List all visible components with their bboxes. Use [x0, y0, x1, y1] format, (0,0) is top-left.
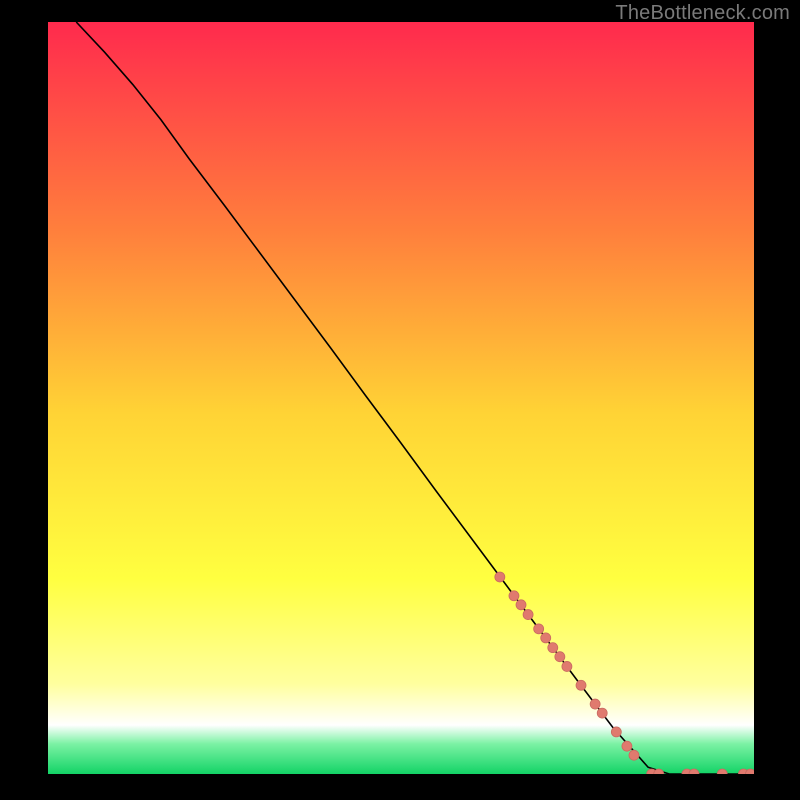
- data-marker: [597, 708, 607, 718]
- data-marker: [516, 600, 526, 610]
- chart-svg: [48, 22, 754, 774]
- data-marker: [555, 652, 565, 662]
- data-marker: [548, 643, 558, 653]
- data-marker: [495, 572, 505, 582]
- plot-area: [48, 22, 754, 774]
- data-marker: [509, 591, 519, 601]
- data-marker: [590, 699, 600, 709]
- data-marker: [534, 624, 544, 634]
- data-marker: [629, 750, 639, 760]
- watermark-text: TheBottleneck.com: [615, 2, 790, 25]
- data-marker: [622, 741, 632, 751]
- data-marker: [576, 680, 586, 690]
- data-marker: [541, 633, 551, 643]
- chart-frame: TheBottleneck.com: [0, 0, 800, 800]
- data-marker: [523, 610, 533, 620]
- data-marker: [562, 661, 572, 671]
- gradient-background: [48, 22, 754, 774]
- data-marker: [611, 727, 621, 737]
